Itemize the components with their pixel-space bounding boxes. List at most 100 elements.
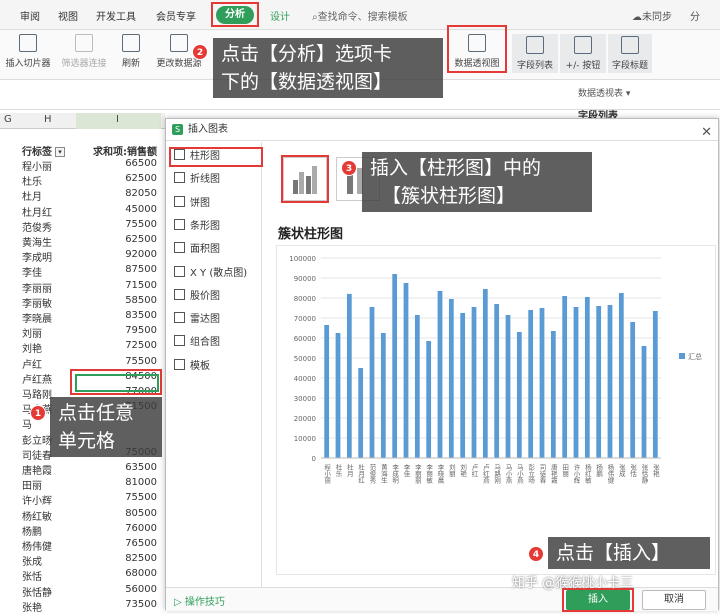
row-value-cell[interactable]: 82500 bbox=[125, 553, 157, 564]
row-name-cell[interactable]: 杜乐 bbox=[22, 173, 42, 188]
column-header-g[interactable]: G bbox=[4, 114, 12, 125]
row-value-cell[interactable]: 82050 bbox=[125, 188, 157, 199]
row-name-cell[interactable]: 杨伟健 bbox=[22, 538, 52, 553]
table-row[interactable]: 田丽 81000 bbox=[0, 477, 165, 492]
filter-dropdown-icon[interactable]: ▾ bbox=[55, 147, 65, 157]
chart-type-item[interactable]: 柱形图 bbox=[174, 148, 220, 166]
row-value-cell[interactable]: 83500 bbox=[125, 310, 157, 321]
row-value-cell[interactable]: 75500 bbox=[125, 492, 157, 503]
sum-header[interactable]: 求和项:销售额 bbox=[93, 143, 157, 158]
row-value-cell[interactable]: 56000 bbox=[125, 584, 157, 595]
row-name-cell[interactable]: 李成明 bbox=[22, 249, 52, 264]
table-row[interactable]: 唐艳霞 63500 bbox=[0, 462, 165, 477]
row-value-cell[interactable]: 71500 bbox=[125, 280, 157, 291]
row-value-cell[interactable]: 63500 bbox=[125, 462, 157, 473]
table-row[interactable]: 杜月 82050 bbox=[0, 188, 165, 203]
spreadsheet-grid[interactable]: 行标签 ▾ 求和项:销售额 程小丽 66500 杜乐 62500 杜月 82050 杜月红 45… bbox=[0, 129, 165, 614]
chart-type-item[interactable]: X Y (散点图) bbox=[174, 265, 247, 283]
row-name-cell[interactable]: 杜月红 bbox=[22, 204, 52, 219]
chart-type-item[interactable]: 模板 bbox=[174, 358, 210, 376]
row-value-cell[interactable]: 80500 bbox=[125, 508, 157, 519]
tab-design[interactable]: 设计 bbox=[270, 8, 290, 23]
tab-review[interactable]: 审阅 bbox=[20, 8, 40, 23]
row-name-cell[interactable]: 许小辉 bbox=[22, 492, 52, 507]
row-name-cell[interactable]: 李晓晨 bbox=[22, 310, 52, 325]
row-name-cell[interactable]: 刘艳 bbox=[22, 340, 42, 355]
pivot-panel-dropdown[interactable]: 数据透视表 ▾ bbox=[578, 86, 630, 99]
field-list-button[interactable]: 字段列表 bbox=[512, 34, 558, 73]
table-row[interactable]: 杨红敏 80500 bbox=[0, 508, 165, 523]
row-value-cell[interactable]: 76500 bbox=[125, 538, 157, 549]
table-row[interactable]: 李丽丽 71500 bbox=[0, 280, 165, 295]
row-name-cell[interactable]: 李佳 bbox=[22, 264, 42, 279]
row-value-cell[interactable]: 79500 bbox=[125, 325, 157, 336]
tips-link[interactable]: ▷ 操作技巧 bbox=[174, 593, 225, 608]
row-value-cell[interactable]: 73500 bbox=[125, 599, 157, 610]
table-row[interactable]: 刘艳 72500 bbox=[0, 340, 165, 355]
chart-type-item[interactable]: 饼图 bbox=[174, 195, 210, 213]
row-name-cell[interactable]: 司徒春 bbox=[22, 447, 52, 462]
row-name-cell[interactable]: 唐艳霞 bbox=[22, 462, 52, 477]
table-row[interactable]: 杨鹏 76000 bbox=[0, 523, 165, 538]
table-row[interactable]: 范俊秀 75500 bbox=[0, 219, 165, 234]
chart-type-item[interactable]: 雷达图 bbox=[174, 311, 220, 329]
table-row[interactable]: 张恬静 56000 bbox=[0, 584, 165, 599]
row-name-cell[interactable]: 张成 bbox=[22, 553, 42, 568]
row-name-cell[interactable]: 范俊秀 bbox=[22, 219, 52, 234]
table-row[interactable]: 李佳 87500 bbox=[0, 264, 165, 279]
row-name-cell[interactable]: 李丽敏 bbox=[22, 295, 52, 310]
row-value-cell[interactable]: 81000 bbox=[125, 477, 157, 488]
row-name-cell[interactable]: 李丽丽 bbox=[22, 280, 52, 295]
tab-view[interactable]: 视图 bbox=[58, 8, 78, 23]
column-header-i[interactable]: I bbox=[116, 114, 119, 125]
close-icon[interactable]: ✕ bbox=[701, 122, 712, 144]
row-value-cell[interactable]: 58500 bbox=[125, 295, 157, 306]
row-name-cell[interactable]: 卢红 bbox=[22, 356, 42, 371]
table-row[interactable]: 张成 82500 bbox=[0, 553, 165, 568]
row-name-cell[interactable]: 彭立旸 bbox=[22, 432, 52, 447]
row-value-cell[interactable]: 62500 bbox=[125, 173, 157, 184]
row-name-cell[interactable]: 马路刚 bbox=[22, 386, 52, 401]
table-row[interactable]: 刘丽 79500 bbox=[0, 325, 165, 340]
tab-developer[interactable]: 开发工具 bbox=[96, 8, 136, 23]
row-value-cell[interactable]: 75500 bbox=[125, 356, 157, 367]
row-name-cell[interactable]: 张恬 bbox=[22, 568, 42, 583]
tab-member[interactable]: 会员专享 bbox=[156, 8, 196, 23]
row-value-cell[interactable]: 76000 bbox=[125, 523, 157, 534]
table-row[interactable]: 李丽敏 58500 bbox=[0, 295, 165, 310]
table-row[interactable]: 黄海生 62500 bbox=[0, 234, 165, 249]
field-header-button[interactable]: 字段标题 bbox=[608, 34, 652, 73]
row-name-cell[interactable]: 杜月 bbox=[22, 188, 42, 203]
chart-type-item[interactable]: 股价图 bbox=[174, 288, 220, 306]
chart-type-item[interactable]: 组合图 bbox=[174, 334, 220, 352]
refresh-button[interactable]: 刷新 bbox=[118, 34, 144, 69]
row-value-cell[interactable]: 45000 bbox=[125, 204, 157, 215]
row-name-cell[interactable]: 程小丽 bbox=[22, 158, 52, 173]
filter-connect-button[interactable]: 筛选器连接 bbox=[58, 34, 110, 69]
insert-slicer-button[interactable]: 插入切片器 bbox=[4, 34, 52, 69]
table-row[interactable]: 张艳 73500 bbox=[0, 599, 165, 614]
chart-type-item[interactable]: 折线图 bbox=[174, 171, 220, 189]
table-row[interactable]: 杨伟健 76500 bbox=[0, 538, 165, 553]
row-value-cell[interactable]: 68000 bbox=[125, 568, 157, 579]
row-name-cell[interactable]: 田丽 bbox=[22, 477, 42, 492]
row-value-cell[interactable]: 62500 bbox=[125, 234, 157, 245]
table-row[interactable]: 杜乐 62500 bbox=[0, 173, 165, 188]
share-button[interactable]: 分 bbox=[690, 8, 700, 23]
row-name-cell[interactable]: 刘丽 bbox=[22, 325, 42, 340]
table-row[interactable]: 李成明 92000 bbox=[0, 249, 165, 264]
sync-status[interactable]: ☁未同步 bbox=[632, 8, 672, 23]
search-input[interactable]: ⌕查找命令、搜索模板 bbox=[312, 8, 408, 23]
chart-type-item[interactable]: 条形图 bbox=[174, 218, 220, 236]
plus-minus-button[interactable]: +/- 按钮 bbox=[560, 34, 606, 73]
cancel-button[interactable]: 取消 bbox=[642, 590, 706, 610]
chart-type-item[interactable]: 面积图 bbox=[174, 241, 220, 259]
row-value-cell[interactable]: 92000 bbox=[125, 249, 157, 260]
row-name-cell[interactable]: 张艳 bbox=[22, 599, 42, 614]
row-value-cell[interactable]: 87500 bbox=[125, 264, 157, 275]
row-name-cell[interactable]: 黄海生 bbox=[22, 234, 52, 249]
table-row[interactable]: 张恬 68000 bbox=[0, 568, 165, 583]
row-name-cell[interactable]: 卢红燕 bbox=[22, 371, 52, 386]
row-value-cell[interactable]: 72500 bbox=[125, 340, 157, 351]
table-row[interactable]: 程小丽 66500 bbox=[0, 158, 165, 173]
